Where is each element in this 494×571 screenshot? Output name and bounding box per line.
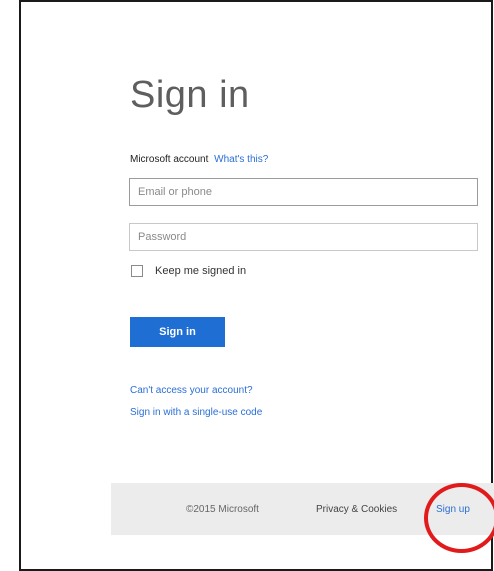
- page-title: Sign in: [130, 74, 250, 116]
- account-label: Microsoft account: [130, 154, 209, 165]
- email-field[interactable]: [129, 178, 478, 206]
- sign-in-button[interactable]: Sign in: [130, 317, 225, 347]
- account-label-row: Microsoft account What's this?: [130, 154, 268, 165]
- password-field[interactable]: [129, 223, 478, 251]
- copyright-text: ©2015 Microsoft: [186, 504, 259, 515]
- sign-up-link[interactable]: Sign up: [436, 504, 470, 515]
- whats-this-link[interactable]: What's this?: [214, 154, 268, 165]
- keep-signed-in-checkbox[interactable]: [131, 265, 143, 277]
- single-use-code-link[interactable]: Sign in with a single-use code: [130, 407, 262, 418]
- sign-in-window: Sign in Microsoft account What's this? K…: [19, 0, 494, 571]
- footer: ©2015 Microsoft Privacy & Cookies Sign u…: [111, 483, 494, 535]
- keep-signed-in-row[interactable]: Keep me signed in: [131, 265, 246, 277]
- privacy-cookies-link[interactable]: Privacy & Cookies: [316, 504, 397, 515]
- keep-signed-in-label: Keep me signed in: [155, 265, 247, 277]
- cant-access-account-link[interactable]: Can't access your account?: [130, 385, 253, 396]
